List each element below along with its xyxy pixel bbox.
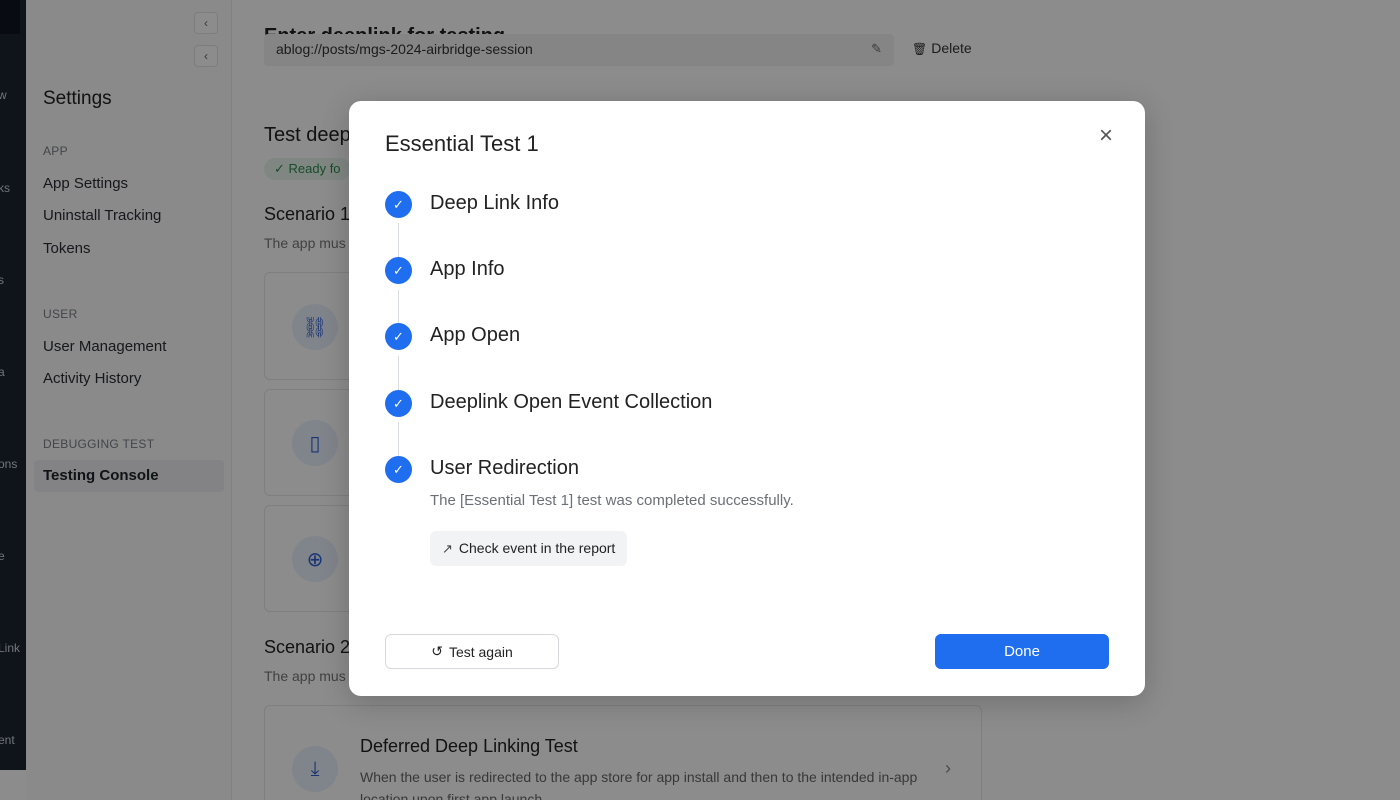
test-again-label: Test again <box>448 643 513 660</box>
step-label: User Redirection <box>430 457 579 479</box>
step-connector <box>398 356 399 394</box>
report-button-label: Check event in the report <box>458 540 616 556</box>
done-button[interactable]: Done <box>935 634 1109 669</box>
step-label: App Open <box>430 324 521 346</box>
rotate-icon: ↺ <box>431 643 443 659</box>
modal-title: Essential Test 1 <box>385 131 539 156</box>
step-connector <box>398 422 399 460</box>
essential-test-modal: Essential Test 1 × ✓ Deep Link Info ✓ Ap… <box>349 101 1145 696</box>
step-connector <box>398 223 399 261</box>
check-event-report-button[interactable]: ↗ Check event in the report <box>430 531 628 566</box>
step-label: Deep Link Info <box>430 192 559 214</box>
success-message: The [Essential Test 1] test was complete… <box>430 492 794 509</box>
check-icon: ✓ <box>385 323 412 350</box>
check-icon: ✓ <box>385 390 412 417</box>
step-label: App Info <box>430 258 505 280</box>
close-icon[interactable]: × <box>1093 122 1119 149</box>
check-icon: ✓ <box>385 257 412 284</box>
check-icon: ✓ <box>385 456 412 483</box>
check-icon: ✓ <box>385 191 412 218</box>
arrow-up-right-icon: ↗ <box>442 541 453 556</box>
test-again-button[interactable]: ↺ Test again <box>385 634 559 669</box>
step-label: Deeplink Open Event Collection <box>430 391 713 413</box>
